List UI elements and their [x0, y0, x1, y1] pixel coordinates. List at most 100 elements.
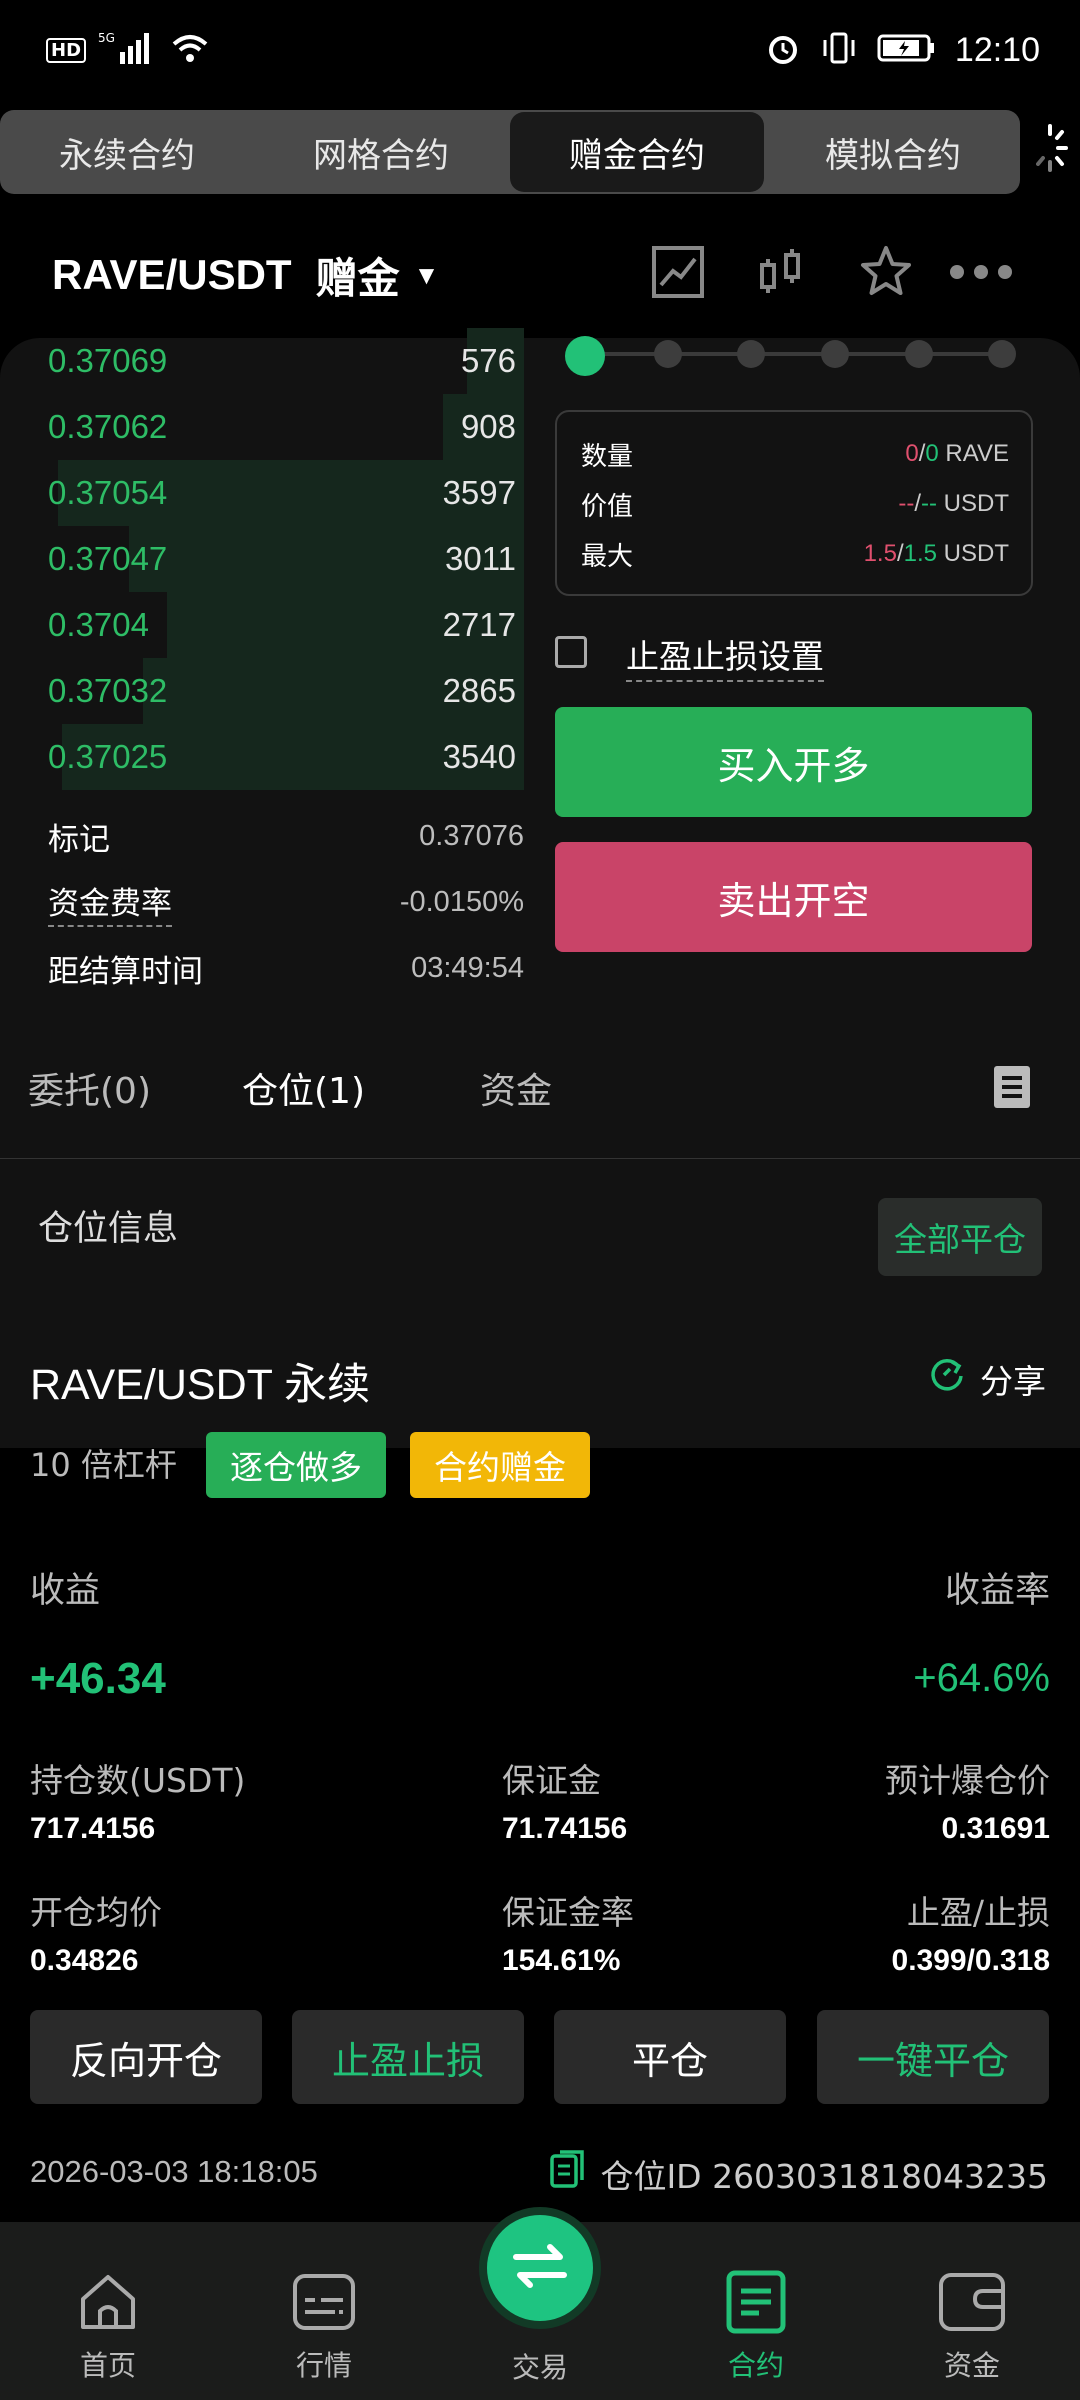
settlement-row: 距结算时间 03:49:54	[48, 940, 524, 996]
bonus-tag: 合约赠金	[410, 1432, 590, 1498]
bid-qty: 2717	[442, 606, 516, 643]
sell-short-button[interactable]: 卖出开空	[555, 842, 1032, 952]
entry-label: 开仓均价	[30, 1893, 162, 1932]
bid-price: 0.3704	[48, 606, 149, 643]
tpsl-checkbox[interactable]	[555, 636, 587, 668]
nav-home[interactable]: 首页	[38, 2262, 178, 2384]
more-icon[interactable]	[948, 244, 1014, 300]
signal-icon: 5G	[98, 30, 158, 71]
bid-qty: 3597	[442, 474, 516, 511]
wallet-icon	[937, 2262, 1007, 2342]
roi-value: +64.6%	[913, 1656, 1050, 1700]
tpsl-setting-label[interactable]: 止盈止损设置	[626, 630, 824, 682]
size-label: 持仓数(USDT)	[30, 1761, 246, 1800]
orderbook-row[interactable]: 0.37047 3011	[48, 528, 516, 590]
bid-price: 0.37062	[48, 408, 168, 445]
bid-price: 0.37069	[48, 342, 168, 379]
orderbook-row[interactable]: 0.37025 3540	[48, 726, 516, 788]
funding-rate-row[interactable]: 资金费率 -0.0150%	[48, 874, 524, 930]
star-icon[interactable]	[856, 244, 916, 300]
tab-demo[interactable]: 模拟合约	[766, 110, 1020, 194]
liq-value: 0.31691	[941, 1812, 1050, 1845]
battery-icon	[877, 32, 937, 68]
liq-label: 预计爆仓价	[885, 1761, 1050, 1800]
candlestick-icon[interactable]	[756, 244, 806, 300]
swap-icon	[510, 2241, 570, 2295]
alarm-icon	[765, 30, 801, 70]
contract-icon	[725, 2262, 787, 2342]
tab-perpetual[interactable]: 永续合约	[0, 110, 254, 194]
close-all-button[interactable]: 全部平仓	[878, 1198, 1042, 1276]
max-b: 1.5	[903, 540, 937, 567]
chart-icon[interactable]	[648, 244, 708, 300]
home-icon	[75, 2262, 141, 2342]
pair-selector[interactable]: RAVE/USDT 赠金 ▼	[52, 240, 439, 310]
bid-price: 0.37025	[48, 738, 168, 775]
tab-bonus[interactable]: 赠金合约	[510, 112, 764, 192]
qty-a: 0	[905, 440, 919, 467]
roi-label: 收益率	[944, 1571, 1050, 1611]
slider-step[interactable]	[988, 340, 1016, 368]
nav-contract[interactable]: 合约	[686, 2262, 826, 2384]
bid-qty: 576	[460, 342, 516, 379]
share-button[interactable]: 分享	[928, 1355, 1046, 1403]
mrate-value: 154.61%	[502, 1944, 621, 1977]
qty-value: 0/0 RAVE	[905, 440, 1009, 467]
max-a: 1.5	[863, 540, 897, 567]
max-row: 最大 1.5/1.5 USDT	[581, 534, 1009, 574]
nav-assets-label: 资金	[943, 2349, 1000, 2382]
slider-step[interactable]	[737, 340, 765, 368]
reverse-open-button[interactable]: 反向开仓	[30, 2010, 262, 2104]
value-unit: USDT	[943, 490, 1009, 517]
max-label: 最大	[581, 541, 634, 572]
mark-price-row: 标记 0.37076	[48, 808, 524, 864]
leverage-slider[interactable]	[584, 352, 1004, 356]
position-info-title: 仓位信息	[38, 1209, 179, 1249]
share-icon	[928, 1356, 966, 1402]
tab-positions[interactable]: 仓位(1)	[242, 1060, 365, 1116]
bid-qty: 3011	[445, 540, 516, 577]
divider	[0, 1158, 1080, 1159]
close-position-button[interactable]: 平仓	[554, 2010, 786, 2104]
document-icon[interactable]	[994, 1066, 1030, 1112]
bid-price: 0.37054	[48, 474, 168, 511]
hd-badge: HD	[46, 37, 87, 63]
orderbook-row[interactable]: 0.37069 576	[48, 330, 516, 392]
settle-label: 距结算时间	[48, 953, 203, 990]
wifi-icon	[170, 32, 210, 69]
value-value: --/-- USDT	[898, 490, 1009, 517]
tab-assets[interactable]: 资金	[480, 1060, 552, 1116]
slider-step[interactable]	[821, 340, 849, 368]
caret-down-icon: ▼	[413, 259, 440, 290]
orderbook-row[interactable]: 0.37032 2865	[48, 660, 516, 722]
position-timestamp: 2026-03-03 18:18:05	[30, 2154, 318, 2189]
market-icon	[291, 2262, 357, 2342]
tpsl-value: 0.399/0.318	[891, 1944, 1050, 1977]
nav-home-label: 首页	[79, 2349, 136, 2382]
orderbook-row[interactable]: 0.3704 2717	[48, 594, 516, 656]
bid-price: 0.37032	[48, 672, 168, 709]
value-a: --	[898, 490, 915, 517]
nav-market[interactable]: 行情	[254, 2262, 394, 2384]
tab-orders[interactable]: 委托(0)	[28, 1060, 151, 1116]
tpsl-button[interactable]: 止盈止损	[292, 2010, 524, 2104]
margin-label: 保证金	[502, 1761, 601, 1800]
slider-step[interactable]	[905, 340, 933, 368]
copy-icon	[550, 2150, 586, 2198]
quick-close-button[interactable]: 一键平仓	[817, 2010, 1049, 2104]
nav-trade[interactable]: 交易	[470, 2346, 610, 2386]
bid-qty: 2865	[442, 672, 516, 709]
slider-handle[interactable]	[565, 336, 605, 376]
slider-step[interactable]	[654, 340, 682, 368]
side-tag: 逐仓做多	[206, 1432, 386, 1498]
orderbook-row[interactable]: 0.37054 3597	[48, 462, 516, 524]
trade-fab[interactable]	[487, 2215, 593, 2321]
nav-assets[interactable]: 资金	[902, 2262, 1042, 2384]
orderbook-row[interactable]: 0.37062 908	[48, 396, 516, 458]
position-id[interactable]: 仓位ID 2603031818043235	[550, 2150, 1048, 2198]
tab-grid[interactable]: 网格合约	[254, 110, 508, 194]
bid-qty: 3540	[442, 738, 516, 775]
buy-long-button[interactable]: 买入开多	[555, 707, 1032, 817]
svg-text:5G: 5G	[98, 31, 115, 45]
value-b: --	[921, 490, 937, 517]
